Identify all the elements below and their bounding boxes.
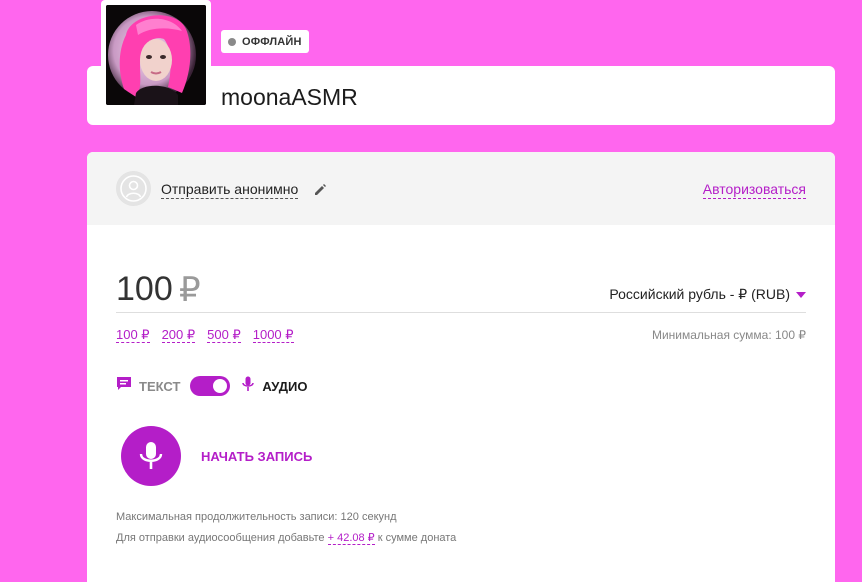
donation-form-card: Отправить анонимно Авторизоваться 100 ₽ …	[87, 152, 835, 582]
currency-select-value: Российский рубль - ₽ (RUB)	[609, 286, 790, 302]
preset-100[interactable]: 100 ₽	[116, 327, 150, 343]
status-badge: ОФФЛАЙН	[221, 30, 309, 53]
toggle-knob	[213, 379, 228, 393]
streamer-username: moonaASMR	[221, 84, 358, 110]
max-duration-hint: Максимальная продолжительность записи: 1…	[116, 511, 397, 523]
amount-input[interactable]: 100	[116, 270, 173, 309]
chevron-down-icon	[796, 291, 806, 298]
start-recording-label[interactable]: НАЧАТЬ ЗАПИСЬ	[201, 449, 312, 464]
amount-currency-symbol: ₽	[179, 271, 201, 309]
amount-divider	[116, 312, 806, 313]
mode-text-label[interactable]: ТЕКСТ	[139, 379, 180, 394]
message-mode-row: ТЕКСТ АУДИО	[116, 374, 307, 398]
preset-200[interactable]: 200 ₽	[161, 327, 196, 343]
record-button[interactable]	[121, 426, 181, 486]
audio-fee-hint: Для отправки аудиосообщения добавьте + 4…	[116, 531, 457, 545]
microphone-icon	[242, 376, 255, 397]
offline-dot-icon	[228, 37, 236, 46]
audio-fee-value[interactable]: + 42.08 ₽	[327, 532, 375, 545]
currency-select[interactable]: Российский рубль - ₽ (RUB)	[609, 286, 806, 303]
mode-toggle[interactable]	[190, 376, 231, 396]
user-placeholder-icon	[116, 171, 151, 206]
audio-fee-suffix: к сумме доната	[377, 532, 457, 544]
microphone-icon	[139, 442, 163, 469]
login-link[interactable]: Авторизоваться	[702, 181, 806, 199]
preset-1000[interactable]: 1000 ₽	[252, 327, 294, 343]
send-anonymously-link[interactable]: Отправить анонимно	[161, 181, 299, 199]
sender-bar: Отправить анонимно Авторизоваться	[87, 152, 835, 225]
preset-500[interactable]: 500 ₽	[207, 327, 241, 343]
message-icon	[116, 376, 132, 397]
audio-fee-prefix: Для отправки аудиосообщения добавьте	[116, 532, 325, 544]
streamer-avatar	[106, 5, 206, 105]
pencil-icon[interactable]	[313, 183, 327, 202]
amount-presets: 100 ₽ 200 ₽ 500 ₽ 1000 ₽	[116, 327, 294, 343]
mode-audio-label[interactable]: АУДИО	[262, 379, 307, 394]
status-label: ОФФЛАЙН	[242, 35, 302, 48]
min-sum-note: Минимальная сумма: 100 ₽	[651, 328, 806, 342]
